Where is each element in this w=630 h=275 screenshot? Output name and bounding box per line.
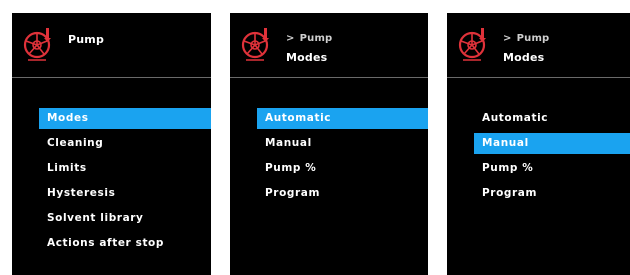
menu-item-modes[interactable]: Modes bbox=[39, 108, 211, 129]
header-divider bbox=[12, 77, 211, 78]
pump-modes-screen-manual: > Pump Modes Automatic Manual Pump % Prog… bbox=[447, 13, 630, 275]
pump-modes-screen: > Pump Modes Automatic Manual Pump % Prog… bbox=[230, 13, 428, 275]
screen-header: > Pump Modes bbox=[230, 13, 428, 77]
pump-icon bbox=[458, 28, 486, 61]
menu-item-hysteresis[interactable]: Hysteresis bbox=[39, 183, 211, 204]
screen-header: > Pump Modes bbox=[447, 13, 630, 77]
menu-item-pump-percent[interactable]: Pump % bbox=[474, 158, 630, 179]
screen-header: Pump bbox=[12, 13, 211, 77]
modes-menu: Automatic Manual Pump % Program bbox=[474, 108, 630, 208]
menu-item-manual[interactable]: Manual bbox=[257, 133, 428, 154]
menu-item-program[interactable]: Program bbox=[474, 183, 630, 204]
modes-menu: Automatic Manual Pump % Program bbox=[257, 108, 428, 208]
breadcrumb-separator: > bbox=[286, 33, 295, 44]
breadcrumb[interactable]: > Pump bbox=[286, 33, 332, 44]
menu-item-pump-percent[interactable]: Pump % bbox=[257, 158, 428, 179]
pump-icon bbox=[241, 28, 269, 61]
menu-item-manual[interactable]: Manual bbox=[474, 133, 630, 154]
screen-title: Modes bbox=[286, 51, 328, 64]
breadcrumb[interactable]: > Pump bbox=[503, 33, 549, 44]
screen-title: Modes bbox=[503, 51, 545, 64]
header-divider bbox=[447, 77, 630, 78]
menu-item-limits[interactable]: Limits bbox=[39, 158, 211, 179]
menu-item-solvent-library[interactable]: Solvent library bbox=[39, 208, 211, 229]
breadcrumb-separator: > bbox=[503, 33, 512, 44]
breadcrumb-parent[interactable]: Pump bbox=[517, 33, 550, 44]
header-divider bbox=[230, 77, 428, 78]
menu-item-program[interactable]: Program bbox=[257, 183, 428, 204]
settings-menu: Modes Cleaning Limits Hysteresis Solvent… bbox=[39, 108, 211, 258]
pump-settings-screen: Pump Modes Cleaning Limits Hysteresis So… bbox=[12, 13, 211, 275]
menu-item-cleaning[interactable]: Cleaning bbox=[39, 133, 211, 154]
menu-item-actions-after-stop[interactable]: Actions after stop bbox=[39, 233, 211, 254]
breadcrumb-parent[interactable]: Pump bbox=[300, 33, 333, 44]
pump-icon bbox=[23, 28, 51, 61]
menu-item-automatic[interactable]: Automatic bbox=[257, 108, 428, 129]
menu-item-automatic[interactable]: Automatic bbox=[474, 108, 630, 129]
screen-title: Pump bbox=[68, 33, 105, 46]
